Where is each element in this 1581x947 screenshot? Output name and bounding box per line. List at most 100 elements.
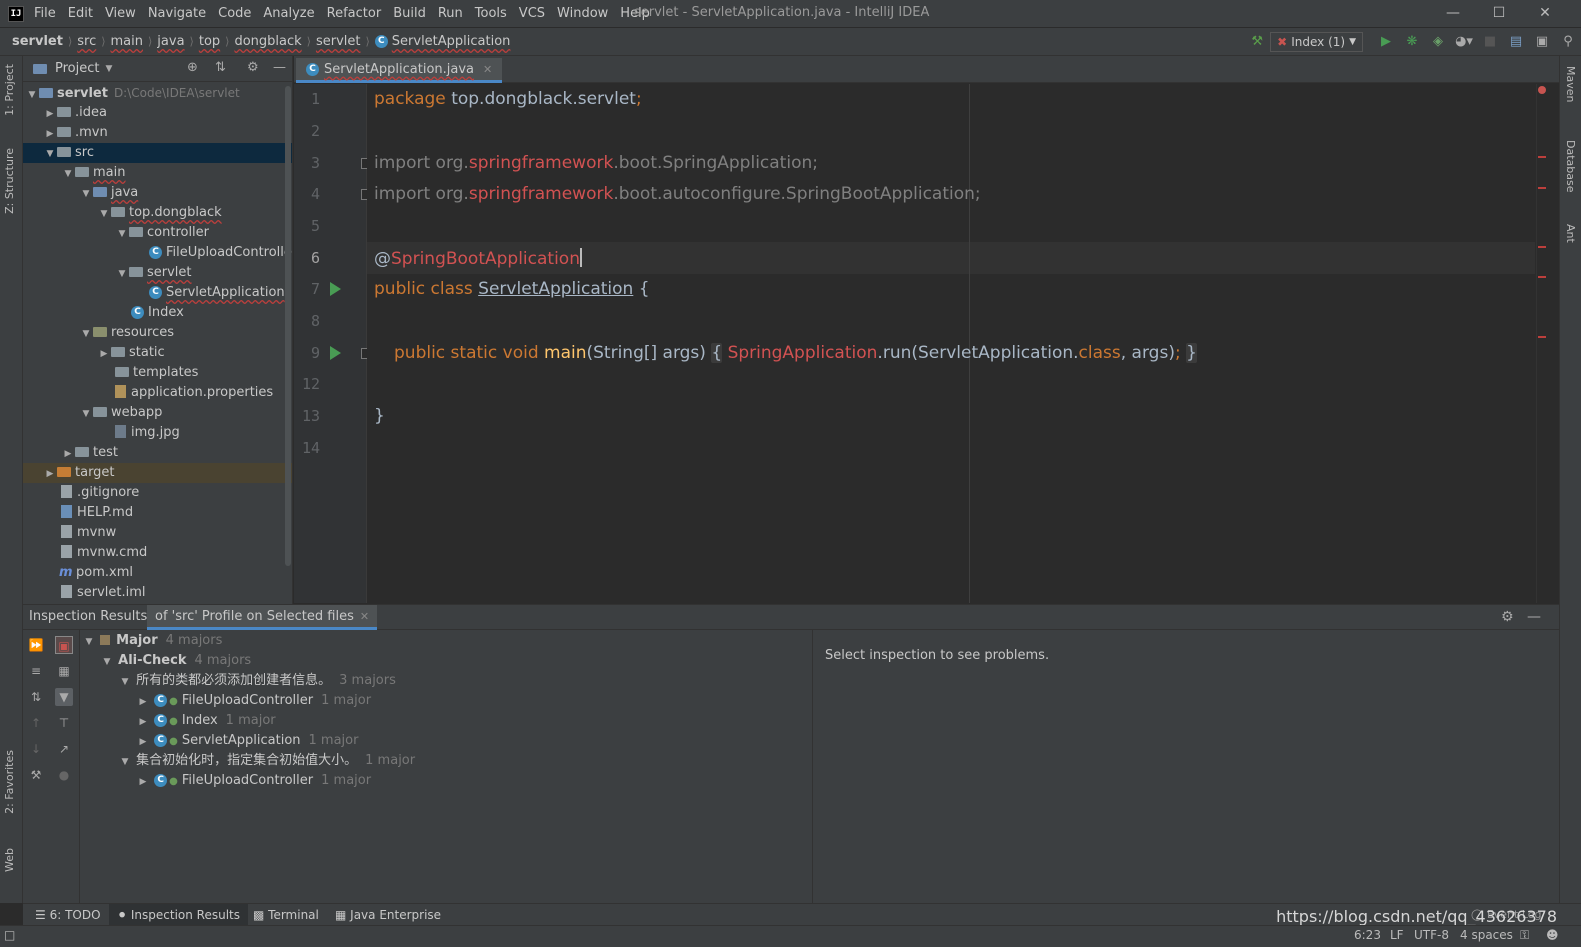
hide-panel-icon[interactable]: — — [273, 60, 286, 75]
menu-window[interactable]: Window — [557, 6, 608, 21]
search-icon[interactable]: ⚲ — [1557, 32, 1579, 52]
project-view-select[interactable]: Project — [55, 61, 99, 76]
tool-tab-web[interactable]: Web — [3, 848, 16, 872]
tree-item-mvn[interactable]: ▶ .mvn — [23, 123, 292, 144]
debug-icon[interactable]: ❋ — [1401, 32, 1423, 52]
collapse-all-icon[interactable]: ⇅ — [27, 688, 45, 706]
inspection-item-rule-creator[interactable]: ▼ 所有的类都必须添加创建者信息。 3 majors — [118, 671, 396, 691]
tool-tab-terminal[interactable]: ▩ Terminal — [245, 904, 327, 926]
chevron-down-icon[interactable]: ▼ — [105, 64, 112, 74]
coverage-icon[interactable]: ◈ — [1427, 32, 1449, 52]
expand-arrow-icon[interactable]: ▼ — [61, 164, 75, 184]
tree-item-img[interactable]: img.jpg — [23, 423, 292, 443]
menu-file[interactable]: File — [34, 6, 56, 21]
tree-item-servlet-iml[interactable]: servlet.iml — [23, 583, 292, 603]
tool-tab-favorites[interactable]: 2: Favorites — [3, 750, 16, 814]
tree-item-resources[interactable]: ▼ resources — [23, 323, 292, 343]
close-window-icon[interactable]: ✕ — [1522, 3, 1568, 25]
editor-tab-servletapplication[interactable]: C ServletApplication.java ✕ — [296, 58, 503, 83]
collapsed-arrow-icon[interactable]: ▶ — [136, 712, 150, 732]
menu-edit[interactable]: Edit — [68, 6, 93, 21]
inspection-item-fileuploadcontroller-2[interactable]: ▶ C ● FileUploadController 1 major — [136, 771, 372, 792]
tool-tab-project[interactable]: 1: Project — [3, 64, 16, 116]
inspector-icon[interactable]: ☻ — [1546, 928, 1559, 942]
tree-item-main[interactable]: ▼ main — [23, 163, 292, 184]
tool-tab-todo[interactable]: ☰ 6: TODO — [27, 904, 109, 926]
tree-item-test[interactable]: ▶ test — [23, 443, 292, 463]
tree-item-webapp[interactable]: ▼ webapp — [23, 403, 292, 423]
menu-navigate[interactable]: Navigate — [148, 6, 206, 21]
inspection-item-servletapplication[interactable]: ▶ C ● ServletApplication 1 major — [136, 731, 359, 751]
run-main-gutter-icon[interactable] — [330, 346, 341, 360]
build-hammer-icon[interactable]: ⚒ — [1246, 32, 1268, 52]
hide-panel-icon[interactable]: — — [1527, 609, 1541, 625]
tree-item-static[interactable]: ▶ static — [23, 343, 292, 363]
expand-arrow-icon[interactable]: ▼ — [43, 144, 57, 164]
gear-icon[interactable]: ⚙ — [247, 60, 259, 75]
breadcrumb-java[interactable]: java — [157, 34, 184, 49]
tree-item-package[interactable]: ▼ top.dongblack — [23, 203, 292, 223]
tree-item-fileuploadcontroller[interactable]: C FileUploadControlle — [23, 243, 292, 263]
expand-arrow-icon[interactable]: ▼ — [100, 652, 114, 672]
menu-view[interactable]: View — [105, 6, 136, 21]
breadcrumb-class[interactable]: ServletApplication — [392, 34, 511, 49]
menu-tools[interactable]: Tools — [475, 6, 507, 21]
error-stripe-mark[interactable] — [1538, 276, 1546, 278]
inspection-item-fileuploadcontroller[interactable]: ▶ C ● FileUploadController 1 major — [136, 691, 372, 711]
maximize-icon[interactable]: ☐ — [1476, 3, 1522, 25]
tool-tab-maven[interactable]: Maven — [1564, 66, 1577, 102]
previous-problem-icon[interactable]: ↑ — [27, 714, 45, 732]
collapse-all-icon[interactable]: ⇅ — [215, 60, 226, 75]
tool-tab-database[interactable]: Database — [1564, 140, 1577, 193]
error-stripe-mark[interactable] — [1538, 156, 1546, 158]
line-separator[interactable]: LF — [1390, 928, 1404, 942]
run-configuration-select[interactable]: ✖ Index (1) ▼ — [1270, 32, 1363, 52]
breadcrumb-main[interactable]: main — [111, 34, 143, 49]
tree-item-servletapplication[interactable]: C ServletApplication — [23, 283, 292, 303]
lock-icon[interactable]: ⚿ — [1520, 928, 1529, 943]
tree-item-java[interactable]: ▼ java — [23, 183, 292, 204]
wrench-icon[interactable]: ⚒ — [27, 766, 45, 784]
gear-icon[interactable]: ⚙ — [1501, 609, 1514, 625]
collapsed-arrow-icon[interactable]: ▶ — [136, 772, 150, 792]
tree-item-index[interactable]: C Index — [23, 303, 292, 323]
tree-item-controller[interactable]: ▼ controller — [23, 223, 292, 244]
breadcrumb-dongblack[interactable]: dongblack — [234, 34, 301, 49]
menu-build[interactable]: Build — [393, 6, 426, 21]
layout-icon[interactable]: ▣ — [1531, 32, 1553, 52]
run-icon[interactable]: ▶ — [1375, 32, 1397, 52]
indent-setting[interactable]: 4 spaces — [1460, 928, 1513, 942]
expand-arrow-icon[interactable]: ▼ — [79, 184, 93, 204]
tree-item-gitignore[interactable]: .gitignore — [23, 483, 292, 503]
collapsed-arrow-icon[interactable]: ▶ — [43, 124, 57, 144]
expand-arrow-icon[interactable]: ▼ — [115, 264, 129, 284]
menu-run[interactable]: Run — [438, 6, 463, 21]
tool-tab-inspection-results[interactable]: ⚫ Inspection Results — [109, 904, 248, 926]
lightbulb-icon[interactable]: ● — [55, 766, 73, 784]
caret-position[interactable]: 6:23 — [1354, 928, 1381, 942]
menu-vcs[interactable]: VCS — [519, 6, 545, 21]
tree-item-src[interactable]: ▼ src — [23, 143, 292, 164]
inspection-item-ali-check[interactable]: ▼ Ali-Check 4 majors — [100, 651, 252, 672]
tree-item-root[interactable]: ▼ servlet D:\Code\IDEA\servlet — [23, 83, 292, 103]
tool-tab-java-enterprise[interactable]: ▦ Java Enterprise — [327, 904, 449, 926]
expand-all-icon[interactable]: ≡ — [27, 662, 45, 680]
inspection-tab[interactable]: of 'src' Profile on Selected files ✕ — [147, 605, 378, 630]
close-inspection-icon[interactable]: ▣ — [55, 636, 73, 654]
expand-arrow-icon[interactable]: ▼ — [118, 672, 132, 692]
tree-item-idea[interactable]: ▶ .idea — [23, 103, 292, 123]
tool-tab-ant[interactable]: Ant — [1564, 224, 1577, 243]
expand-arrow-icon[interactable]: ▼ — [118, 752, 132, 772]
tree-item-help-md[interactable]: HELP.md — [23, 503, 292, 523]
expand-arrow-icon[interactable]: ▼ — [115, 224, 129, 244]
collapsed-arrow-icon[interactable]: ▶ — [43, 464, 57, 484]
breadcrumb-servlet[interactable]: servlet — [316, 34, 361, 49]
error-stripe-mark[interactable] — [1538, 187, 1546, 189]
locate-file-icon[interactable]: ⊕ — [187, 60, 198, 75]
menu-analyze[interactable]: Analyze — [263, 6, 314, 21]
minimize-icon[interactable]: — — [1430, 3, 1476, 25]
error-indicator-icon[interactable] — [1538, 86, 1546, 94]
rerun-inspection-icon[interactable]: ⏩ — [27, 636, 45, 654]
run-class-gutter-icon[interactable] — [330, 282, 341, 296]
inspection-item-index[interactable]: ▶ C ● Index 1 major — [136, 711, 276, 731]
